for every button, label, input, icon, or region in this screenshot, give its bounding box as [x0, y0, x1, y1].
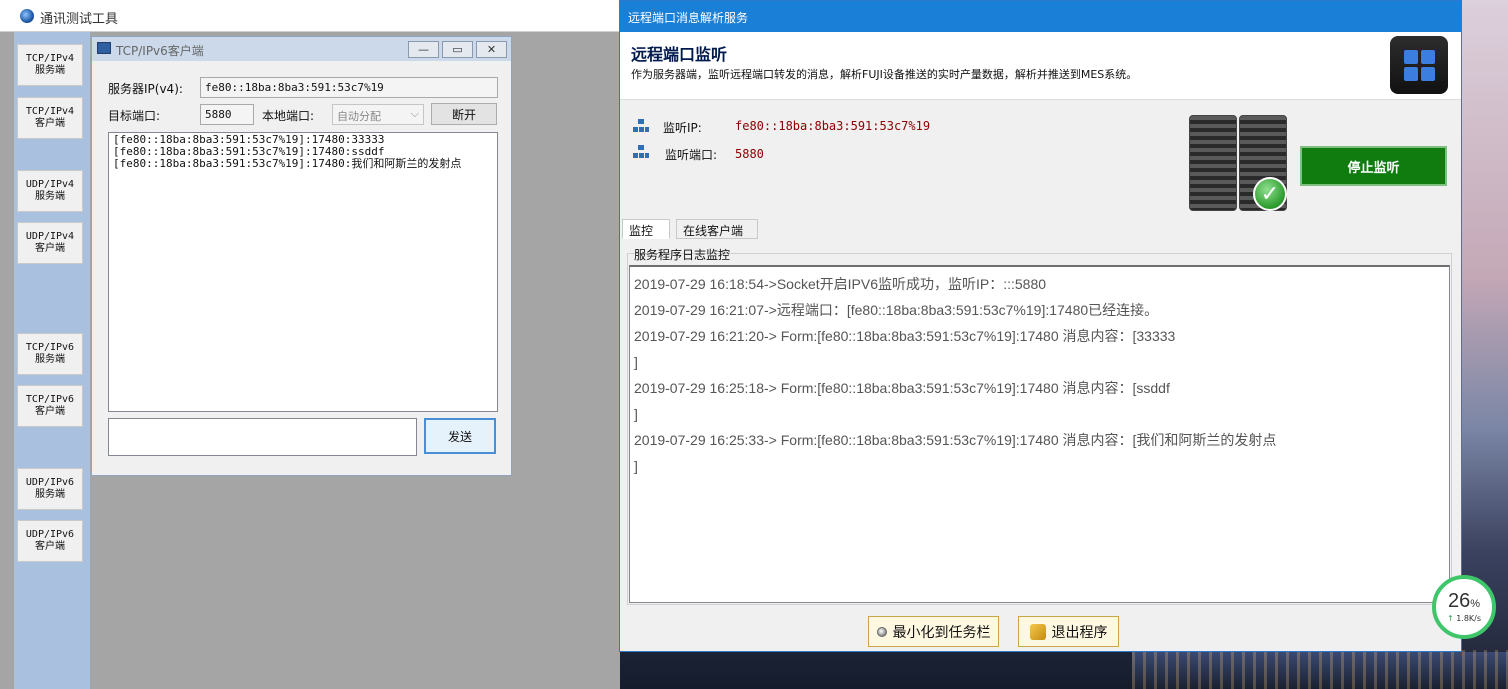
log-line: 2019-07-29 16:21:07->远程端口：[fe80::18ba:8b… [634, 302, 1159, 318]
minimize-to-taskbar-label: 最小化到任务栏 [892, 624, 991, 641]
send-button[interactable]: 发送 [424, 418, 496, 454]
tcp-ipv6-client-window: TCP/IPv6客户端 — ▭ ✕ 服务器IP(v4): fe80::18ba:… [91, 36, 512, 476]
udp-ipv4-server-button[interactable]: UDP/IPv4 服务端 [17, 170, 83, 212]
minimize-dot-icon [876, 626, 887, 637]
log-line: 2019-07-29 16:18:54->Socket开启IPV6监听成功，监听… [634, 276, 1047, 292]
exit-program-label: 退出程序 [1051, 624, 1108, 641]
side-button-line2: 服务端 [35, 65, 65, 76]
udp-ipv6-client-button[interactable]: UDP/IPv6 客户端 [17, 520, 83, 562]
tcp-ipv6-server-button[interactable]: TCP/IPv6 服务端 [17, 333, 83, 375]
service-window-title: 远程端口消息解析服务 [628, 11, 749, 25]
side-button-line2: 服务端 [35, 354, 65, 365]
maximize-button[interactable]: ▭ [442, 41, 473, 58]
monitor-icon [97, 42, 111, 54]
service-titlebar[interactable]: 远程端口消息解析服务 [620, 1, 1461, 32]
side-button-line2: 客户端 [35, 406, 65, 417]
server-ip-field[interactable]: fe80::18ba:8ba3:591:53c7%19 [200, 77, 498, 98]
check-icon: ✓ [1253, 177, 1287, 211]
listen-port-label: 监听端口: [665, 148, 718, 162]
log-line: ] [634, 406, 638, 422]
exit-program-button[interactable]: 退出程序 [1018, 616, 1119, 647]
tcp-ipv4-client-button[interactable]: TCP/IPv4 客户端 [17, 97, 83, 139]
network-icon [633, 145, 649, 159]
listen-ip-label: 监听IP: [663, 121, 702, 135]
side-button-line1: UDP/IPv4 [25, 231, 75, 242]
net-speed: ↑ 1.8K/s [1447, 614, 1481, 623]
side-button-line1: TCP/IPv6 [25, 394, 75, 405]
send-input[interactable] [108, 418, 417, 456]
server-status-icon: ✓ [1189, 115, 1291, 213]
side-button-line1: UDP/IPv6 [25, 477, 75, 488]
app-icon [20, 9, 34, 23]
minimize-to-taskbar-button[interactable]: 最小化到任务栏 [868, 616, 999, 647]
side-button-line1: TCP/IPv6 [25, 342, 75, 353]
side-button-line2: 服务端 [35, 191, 65, 202]
wallpaper-city-lights [1132, 650, 1508, 689]
listen-port-value: 5880 [735, 147, 764, 161]
main-window-title: 通讯测试工具 [40, 12, 119, 27]
local-port-label: 本地端口: [262, 109, 315, 123]
side-button-line1: UDP/IPv4 [25, 179, 75, 190]
remote-service-window: 远程端口消息解析服务 远程端口监听 作为服务器端，监听远程端口转发的消息，解析F… [619, 0, 1462, 652]
message-line: [fe80::18ba:8ba3:591:53c7%19]:17480:我们和阿… [113, 157, 462, 170]
side-button-line1: TCP/IPv4 [25, 106, 75, 117]
tcp-ipv6-client-button[interactable]: TCP/IPv6 客户端 [17, 385, 83, 427]
windows-logo-icon [1390, 36, 1448, 94]
side-button-line2: 客户端 [35, 118, 65, 129]
side-button-line1: TCP/IPv4 [25, 53, 75, 64]
target-port-label: 目标端口: [108, 109, 161, 123]
side-button-line2: 服务端 [35, 489, 65, 500]
side-panel: TCP/IPv4 服务端 TCP/IPv4 客户端 UDP/IPv4 服务端 U… [14, 32, 90, 689]
net-usage-unit: % [1470, 598, 1481, 610]
service-header-description: 作为服务器端，监听远程端口转发的消息，解析FUJI设备推送的实时产量数据，解析并… [631, 68, 1138, 81]
side-button-line1: UDP/IPv6 [25, 529, 75, 540]
net-speed-value: 1.8K/s [1456, 614, 1482, 623]
net-usage-percent: 26% [1448, 591, 1480, 614]
log-line: 2019-07-29 16:25:33-> Form:[fe80::18ba:8… [634, 432, 1277, 448]
disconnect-button[interactable]: 断开 [431, 103, 497, 125]
log-line: ] [634, 458, 638, 474]
child-window-title: TCP/IPv6客户端 [116, 44, 204, 58]
exit-icon [1029, 623, 1046, 640]
side-button-line2: 客户端 [35, 243, 65, 254]
main-titlebar[interactable]: 通讯测试工具 [0, 0, 620, 32]
server-rack-icon [1189, 115, 1237, 211]
local-port-select[interactable]: 自动分配 ⌵ [332, 104, 424, 125]
udp-ipv4-client-button[interactable]: UDP/IPv4 客户端 [17, 222, 83, 264]
tab-online-clients[interactable]: 在线客户端 [676, 219, 758, 239]
service-header-title: 远程端口监听 [631, 45, 728, 64]
udp-ipv6-server-button[interactable]: UDP/IPv6 服务端 [17, 468, 83, 510]
log-line: 2019-07-29 16:21:20-> Form:[fe80::18ba:8… [634, 328, 1176, 344]
child-titlebar[interactable]: TCP/IPv6客户端 — ▭ ✕ [92, 37, 511, 61]
upload-arrow-icon: ↑ [1446, 614, 1454, 623]
received-messages-box[interactable]: [fe80::18ba:8ba3:591:53c7%19]:17480:3333… [108, 132, 498, 412]
stop-listening-button[interactable]: 停止监听 [1300, 146, 1447, 186]
server-ip-label: 服务器IP(v4): [108, 82, 183, 96]
local-port-value: 自动分配 [337, 110, 381, 123]
network-speed-widget[interactable]: 26% ↑ 1.8K/s [1432, 575, 1496, 639]
log-line: ] [634, 354, 638, 370]
listen-ip-value: fe80::18ba:8ba3:591:53c7%19 [735, 119, 931, 133]
tcp-ipv4-server-button[interactable]: TCP/IPv4 服务端 [17, 44, 83, 86]
log-line: 2019-07-29 16:25:18-> Form:[fe80::18ba:8… [634, 380, 1170, 396]
minimize-button[interactable]: — [408, 41, 439, 58]
target-port-field[interactable]: 5880 [200, 104, 254, 125]
network-icon [633, 119, 649, 133]
net-usage-number: 26 [1447, 590, 1471, 612]
log-group-title: 服务程序日志监控 [634, 248, 731, 262]
service-header: 远程端口监听 作为服务器端，监听远程端口转发的消息，解析FUJI设备推送的实时产… [620, 32, 1461, 100]
chevron-down-icon: ⌵ [410, 107, 419, 120]
close-button[interactable]: ✕ [476, 41, 507, 58]
service-log[interactable]: 2019-07-29 16:18:54->Socket开启IPV6监听成功，监听… [629, 265, 1450, 603]
side-button-line2: 客户端 [35, 541, 65, 552]
tab-monitor[interactable]: 监控 [622, 219, 670, 239]
